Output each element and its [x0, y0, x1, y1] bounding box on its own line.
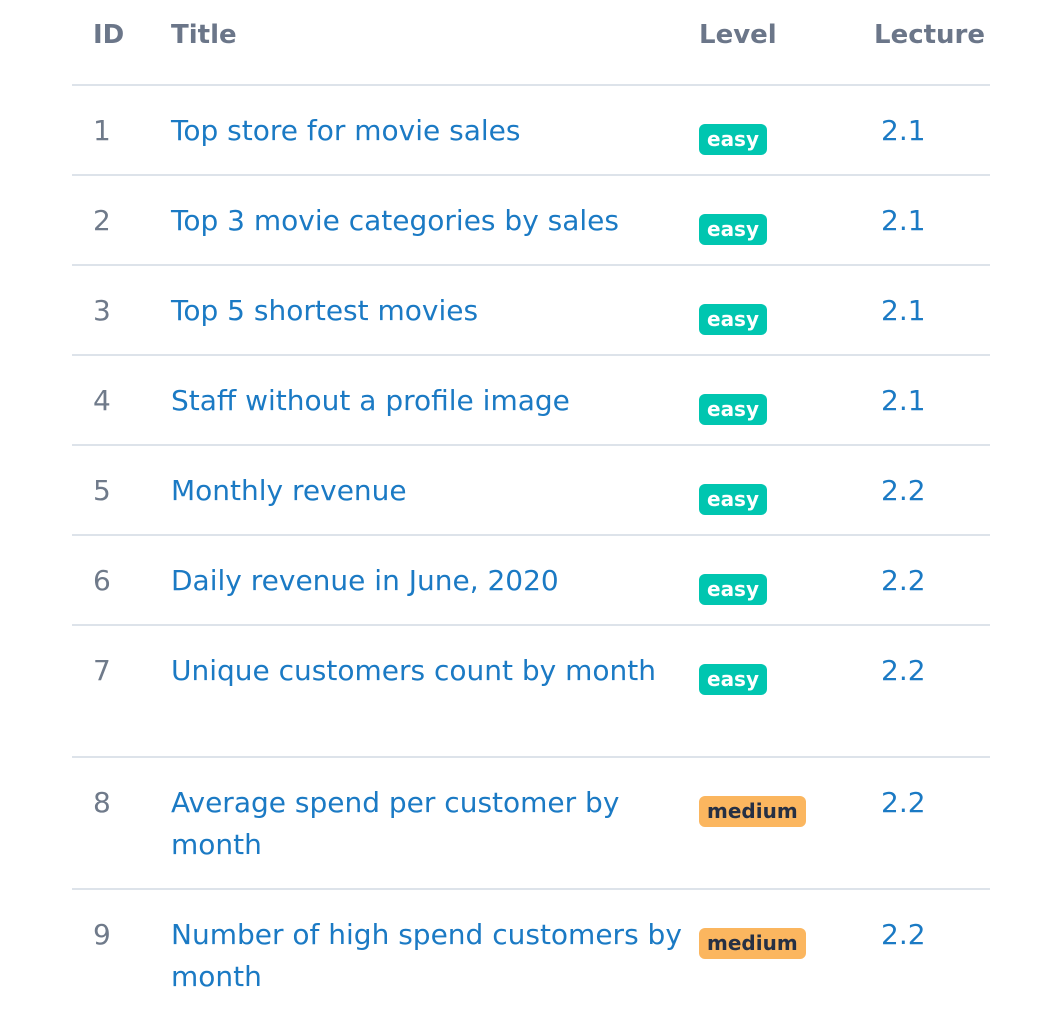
lecture-link[interactable]: 2.2 — [881, 786, 926, 819]
row-id: 6 — [72, 535, 171, 626]
row-id: 9 — [93, 918, 111, 951]
problem-title-link[interactable]: Monthly revenue — [171, 474, 407, 507]
level-badge: easy — [699, 124, 768, 155]
column-header-id: ID — [72, 0, 171, 86]
problem-title-link[interactable]: Staff without a profile image — [171, 384, 570, 417]
column-header-lecture: Lecture — [862, 0, 990, 86]
row-id: 4 — [72, 355, 171, 446]
lecture-link[interactable]: 2.2 — [881, 654, 926, 687]
table-row: 7 Unique customers count by month easy 2… — [72, 625, 990, 758]
level-badge: easy — [699, 484, 768, 515]
lecture-link[interactable]: 2.1 — [881, 204, 926, 237]
table-row: 5 Monthly revenue easy 2.2 — [72, 445, 990, 536]
table-row: 3 Top 5 shortest movies easy 2.1 — [72, 265, 990, 356]
problem-title-link[interactable]: Average spend per customer by month — [171, 786, 619, 861]
lecture-link[interactable]: 2.1 — [881, 114, 926, 147]
table-row: 1 Top store for movie sales easy 2.1 — [72, 85, 990, 176]
table-row: 2 Top 3 movie categories by sales easy 2… — [72, 175, 990, 266]
problem-title-link[interactable]: Top 3 movie categories by sales — [171, 204, 619, 237]
row-id: 3 — [72, 265, 171, 356]
column-header-level: Level — [699, 0, 862, 86]
problem-title-link[interactable]: Daily revenue in June, 2020 — [171, 564, 559, 597]
level-badge: easy — [699, 664, 768, 695]
lecture-link[interactable]: 2.2 — [881, 474, 926, 507]
row-id: 5 — [72, 445, 171, 536]
table-row: 6 Daily revenue in June, 2020 easy 2.2 — [72, 535, 990, 626]
table-body: 1 Top store for movie sales easy 2.1 2 T… — [72, 85, 990, 1016]
table-row: 9 Number of high spend customers by mont… — [72, 889, 990, 1016]
problem-title-link[interactable]: Top 5 shortest movies — [171, 294, 478, 327]
lecture-link[interactable]: 2.1 — [881, 384, 926, 417]
lecture-link[interactable]: 2.1 — [881, 294, 926, 327]
row-id: 1 — [72, 85, 171, 176]
row-id: 7 — [72, 625, 171, 758]
problems-table: ID Title Level Lecture 1 Top store for m… — [72, 0, 990, 1016]
problem-title-link[interactable]: Top store for movie sales — [171, 114, 521, 147]
problem-title-link[interactable]: Number of high spend customers by month — [171, 918, 682, 993]
table-header: ID Title Level Lecture — [72, 0, 990, 86]
level-badge: easy — [699, 574, 768, 605]
level-badge: easy — [699, 304, 768, 335]
header-row: ID Title Level Lecture — [72, 0, 990, 86]
level-badge: medium — [699, 928, 806, 959]
column-header-title: Title — [171, 0, 699, 86]
level-badge: easy — [699, 394, 768, 425]
table-row: 4 Staff without a profile image easy 2.1 — [72, 355, 990, 446]
lecture-link[interactable]: 2.2 — [881, 918, 926, 951]
problem-title-link[interactable]: Unique customers count by month — [171, 654, 656, 687]
lecture-link[interactable]: 2.2 — [881, 564, 926, 597]
row-id: 8 — [72, 757, 171, 890]
row-id: 2 — [72, 175, 171, 266]
level-badge: easy — [699, 214, 768, 245]
level-badge: medium — [699, 796, 806, 827]
table-row: 8 Average spend per customer by month me… — [72, 757, 990, 890]
